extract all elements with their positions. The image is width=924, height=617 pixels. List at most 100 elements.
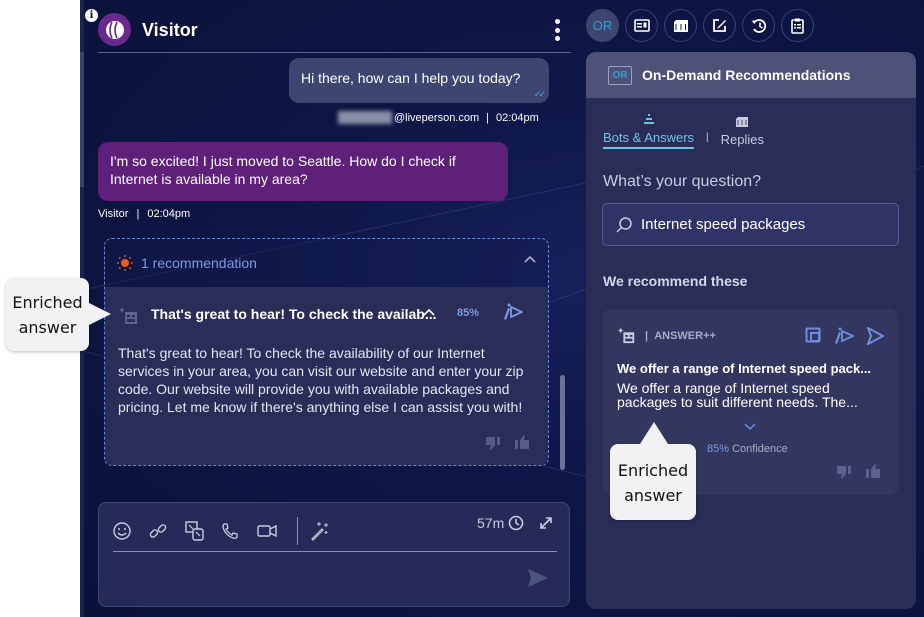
message-input[interactable] <box>113 559 523 599</box>
answer-title: We offer a range of Internet speed pack.… <box>617 361 872 376</box>
header-divider <box>98 52 571 53</box>
enriched-answer-callout: Enriched answer <box>6 278 111 351</box>
tab-label: Bots & Answers <box>603 130 695 149</box>
meta-separator: | <box>486 111 490 124</box>
expand-icon[interactable] <box>539 516 553 530</box>
conversation-timer: 57m <box>477 515 524 531</box>
ai-rewrite-button[interactable] <box>310 519 346 543</box>
answer-confidence: 85% Confidence <box>707 443 788 455</box>
confidence-label: Confidence <box>732 443 788 455</box>
tab-replies[interactable]: Replies <box>721 116 764 149</box>
meta-separator: | <box>136 208 140 220</box>
visitor-message-bubble: I'm so excited! I just moved to Seattle.… <box>98 142 508 201</box>
info-icon[interactable]: i <box>85 9 98 22</box>
recommendation-toggle[interactable]: 1 recommendation <box>105 239 548 287</box>
recommendation-title: That's great to hear! To check the avail… <box>151 306 437 322</box>
widget-history[interactable] <box>742 9 775 42</box>
panel-header: OR On-Demand Recommendations <box>586 52 916 98</box>
confidence-score: 85% <box>457 307 480 319</box>
answer-type: ANSWER++ <box>654 330 716 342</box>
chat-scrollbar[interactable] <box>560 375 565 470</box>
visitor-name: Visitor <box>142 20 198 40</box>
sender-email: @liveperson.com <box>394 111 480 124</box>
inline-recommendation-panel: 1 recommendation That's great to hear! T… <box>104 238 549 466</box>
answer-type-label: | ANSWER++ <box>645 330 716 342</box>
panel-title: On-Demand Recommendations <box>642 67 851 83</box>
sender-name: Visitor <box>98 208 129 220</box>
send-icon[interactable] <box>527 568 549 588</box>
call-button[interactable] <box>221 519 257 543</box>
emoji-button[interactable] <box>113 519 149 543</box>
edit-and-send-icon[interactable] <box>832 327 854 345</box>
left-panel-scroll-thumb[interactable] <box>80 52 84 187</box>
edit-and-send-icon[interactable] <box>501 303 523 321</box>
clock-icon <box>508 515 524 531</box>
recommendation-body: That's great to hear! To check the avail… <box>118 345 524 415</box>
enriched-answer-callout: Enriched answer <box>610 422 696 520</box>
tab-label: Replies <box>720 132 765 147</box>
edit-note-icon <box>713 19 726 32</box>
chevron-down-icon[interactable] <box>744 423 756 431</box>
history-icon <box>751 18 766 33</box>
redacted-agent-name <box>338 111 392 124</box>
agent-message-meta: @liveperson.com | 02:04pm <box>338 111 539 124</box>
more-options-button[interactable] <box>553 19 561 41</box>
magic-wand-icon <box>311 522 328 541</box>
translate-icon <box>185 521 204 541</box>
visitor-avatar <box>98 13 131 46</box>
video-button[interactable] <box>257 519 293 543</box>
video-icon <box>257 524 277 538</box>
bots-answers-icon <box>643 114 654 124</box>
message-time: 02:04pm <box>147 208 191 220</box>
thumbs-up-icon[interactable] <box>865 463 881 479</box>
composer-toolbar <box>113 517 346 545</box>
confidence-percent: 85% <box>707 443 730 455</box>
question-label: What’s your question? <box>603 173 762 190</box>
tab-bots-answers[interactable]: Bots & Answers <box>603 114 695 149</box>
message-composer: 57m <box>98 502 570 607</box>
widget-toolbar: OR <box>586 9 814 42</box>
message-text: I'm so excited! I just moved to Seattle.… <box>110 153 456 187</box>
phone-icon <box>222 523 238 539</box>
message-time: 02:04pm <box>496 111 539 124</box>
recommendations-heading: We recommend these <box>603 273 748 289</box>
read-receipt-icon: ✓✓ <box>533 89 546 99</box>
send-icon[interactable] <box>866 327 884 345</box>
message-text: Hi there, how can I help you today? <box>301 70 521 86</box>
widget-clipboard[interactable] <box>781 9 814 42</box>
visitor-message-meta: Visitor | 02:04pm <box>98 208 190 220</box>
screenshot-root: i Visitor Hi there, how can I help you t… <box>0 0 924 617</box>
question-input[interactable] <box>641 216 891 233</box>
copy-icon[interactable] <box>805 327 821 343</box>
toolbar-divider <box>297 517 298 545</box>
on-demand-recommendations-panel: OR On-Demand Recommendations Bots & Answ… <box>586 52 916 609</box>
widget-knowledge-base[interactable] <box>664 9 697 42</box>
or-badge: OR <box>608 65 632 85</box>
enriched-answer-icon <box>618 327 635 344</box>
link-icon <box>149 524 167 538</box>
sun-icon <box>117 255 133 271</box>
panel-tabs: Bots & Answers | Replies <box>603 114 764 149</box>
chevron-up-icon[interactable] <box>423 308 435 316</box>
timer-value: 57m <box>477 515 505 531</box>
widget-visitor-info[interactable] <box>625 9 658 42</box>
thumbs-down-icon[interactable] <box>836 464 852 480</box>
recommendation-card: That's great to hear! To check the avail… <box>105 287 548 465</box>
chevron-up-icon[interactable] <box>524 255 536 263</box>
binders-icon <box>736 117 749 127</box>
widget-notes[interactable] <box>703 9 736 42</box>
widget-on-demand-recommendations[interactable]: OR <box>586 9 619 42</box>
thumbs-down-icon[interactable] <box>485 435 501 451</box>
emoji-icon <box>113 522 131 540</box>
composer-divider <box>113 551 557 552</box>
question-search-box[interactable] <box>602 203 899 246</box>
search-icon <box>616 216 632 233</box>
brand-logo-icon <box>105 20 124 39</box>
clipboard-icon <box>791 18 804 34</box>
link-button[interactable] <box>149 519 185 543</box>
agent-message-bubble: Hi there, how can I help you today? ✓✓ <box>289 58 549 103</box>
binders-icon <box>673 19 688 32</box>
translate-button[interactable] <box>185 519 221 543</box>
tab-separator: | <box>706 132 709 143</box>
thumbs-up-icon[interactable] <box>514 434 530 450</box>
